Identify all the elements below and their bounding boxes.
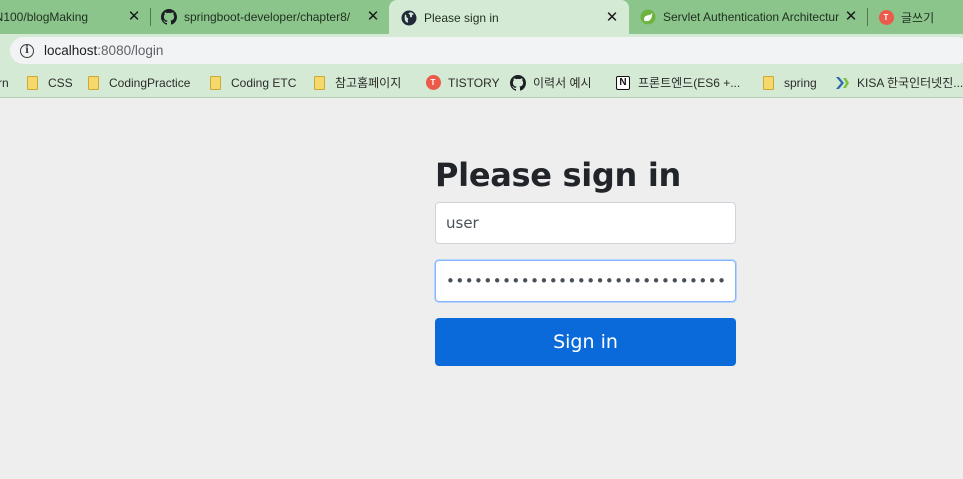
bookmark-label: CodingPractice [109, 75, 191, 90]
tab-title: 글쓰기 [901, 10, 935, 25]
tab-write-post[interactable]: T 글쓰기 [870, 0, 963, 34]
bookmark-label: 프론트엔드(ES6 +... [638, 76, 741, 90]
notion-logo: N [616, 75, 630, 90]
site-info-icon[interactable]: i [20, 43, 34, 58]
tab-please-sign-in[interactable]: Please sign in ✕ [389, 0, 629, 34]
bookmark-label: CSS [48, 75, 73, 90]
globe-icon [401, 10, 417, 26]
username-input[interactable] [435, 202, 736, 244]
url-path: :8080/login [97, 43, 164, 58]
spring-icon [640, 9, 656, 25]
bookmarks-bar: rn CSS CodingPractice Coding ETC 참고홈페이지 … [0, 67, 963, 98]
tab-blogmaking[interactable]: UN100/blogMaking ✕ [0, 0, 150, 34]
tab-separator [150, 8, 151, 26]
github-icon [510, 74, 526, 91]
bookmark-label: spring [784, 75, 817, 90]
bookmark-folder-coding-etc[interactable]: Coding ETC [210, 67, 297, 97]
address-bar[interactable]: i localhost:8080/login [10, 37, 963, 64]
page-title: Please sign in [435, 156, 682, 194]
bookmark-label: 참고홈페이지 [335, 76, 402, 90]
tab-separator [867, 8, 868, 26]
bookmark-folder-spring[interactable]: spring [763, 67, 817, 97]
bookmark-resume-example[interactable]: 이력서 예시 [510, 67, 592, 97]
tistory-logo: T [425, 75, 441, 90]
bookmark-kisa[interactable]: KISA 한국인터넷진... [834, 67, 963, 97]
folder-icon [763, 75, 774, 90]
bookmark-item[interactable]: rn [0, 67, 9, 97]
tab-strip: UN100/blogMaking ✕ springboot-developer/… [0, 0, 963, 34]
bookmark-label: rn [0, 75, 9, 90]
tab-title: UN100/blogMaking [0, 10, 89, 24]
tistory-icon: T [878, 9, 894, 25]
bookmark-folder-css[interactable]: CSS [27, 67, 73, 97]
github-icon [161, 9, 177, 25]
password-input[interactable] [435, 260, 736, 302]
folder-icon [314, 75, 325, 90]
kisa-icon [834, 75, 850, 91]
tab-springboot-developer[interactable]: springboot-developer/chapter8/ ✕ [152, 0, 386, 34]
bookmark-frontend-es6[interactable]: N 프론트엔드(ES6 +... [615, 67, 741, 97]
bookmark-tistory[interactable]: T TISTORY [425, 67, 500, 97]
bookmark-folder-reference-sites[interactable]: 참고홈페이지 [314, 67, 402, 97]
tab-close-icon[interactable]: ✕ [365, 9, 381, 25]
tab-title: Servlet Authentication Architecture [663, 10, 839, 24]
tistory-logo: T [878, 9, 894, 25]
bookmark-label: 이력서 예시 [533, 76, 592, 90]
tab-servlet-authentication[interactable]: Servlet Authentication Architecture ✕ [632, 0, 867, 34]
url-host: localhost [44, 43, 98, 58]
tab-title: Please sign in [424, 11, 499, 25]
bookmark-label: KISA 한국인터넷진... [857, 76, 963, 90]
notion-icon: N [615, 75, 631, 91]
tab-close-icon[interactable]: ✕ [604, 10, 620, 26]
tistory-icon: T [425, 75, 441, 91]
browser-toolbar: i localhost:8080/login [0, 34, 963, 67]
tab-close-icon[interactable]: ✕ [126, 9, 142, 25]
sign-in-button[interactable]: Sign in [435, 318, 736, 366]
folder-icon [27, 75, 38, 90]
tab-title: springboot-developer/chapter8/ [184, 10, 351, 24]
bookmark-folder-codingpractice[interactable]: CodingPractice [88, 67, 191, 97]
folder-icon [88, 75, 99, 90]
bookmark-label: TISTORY [448, 75, 500, 90]
tab-close-icon[interactable]: ✕ [843, 9, 859, 25]
folder-icon [210, 75, 221, 90]
bookmark-label: Coding ETC [231, 75, 297, 90]
